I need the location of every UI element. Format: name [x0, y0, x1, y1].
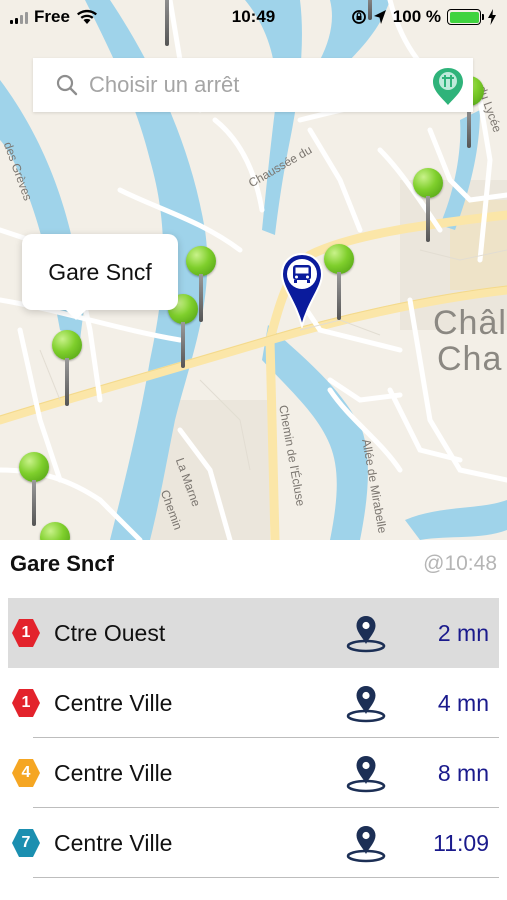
- departure-eta: 2 mn: [437, 619, 489, 646]
- bus-location-marker[interactable]: [280, 252, 324, 328]
- line-badge: 7: [11, 828, 41, 858]
- departure-destination: Centre Ville: [54, 829, 173, 856]
- departure-row[interactable]: 1 Ctre Ouest 2 mn: [8, 598, 499, 668]
- stop-pin[interactable]: [413, 168, 443, 242]
- departure-destination: Ctre Ouest: [54, 619, 166, 646]
- stop-pin[interactable]: [324, 244, 354, 320]
- stop-pin-selected[interactable]: [52, 330, 82, 406]
- callout-stop-name: Gare Sncf: [48, 258, 152, 285]
- departure-eta: 4 mn: [437, 689, 489, 716]
- map-location-icon[interactable]: [345, 823, 387, 863]
- line-number: 7: [21, 834, 31, 851]
- signal-strength-icon: [10, 11, 28, 24]
- stop-pin[interactable]: [19, 452, 49, 526]
- line-badge: 1: [11, 618, 41, 648]
- stop-header: Gare Sncf @10:48: [0, 540, 507, 588]
- row-divider: [33, 877, 499, 878]
- stop-pin[interactable]: [40, 522, 70, 540]
- last-update-time: @10:48: [423, 552, 497, 575]
- departure-row[interactable]: 7 Centre Ville 11:09: [8, 808, 499, 878]
- map-location-icon[interactable]: [345, 683, 387, 723]
- line-number: 4: [21, 764, 31, 781]
- status-time: 10:49: [231, 7, 276, 26]
- stop-name: Gare Sncf: [10, 551, 114, 576]
- search-input[interactable]: [89, 72, 409, 98]
- location-arrow-icon: [373, 10, 386, 24]
- battery-percent: 100 %: [392, 7, 441, 26]
- line-badge: 1: [11, 688, 41, 718]
- charging-icon: [488, 9, 496, 25]
- departures-panel: Gare Sncf @10:48 1 Ctre Ouest 2 mn 1 Cen…: [0, 540, 507, 900]
- line-badge: 4: [11, 758, 41, 788]
- rotation-lock-icon: [351, 10, 366, 24]
- carrier-name: Free: [34, 7, 70, 26]
- battery-icon: [447, 9, 484, 25]
- line-number: 1: [21, 694, 31, 711]
- app-logo-icon[interactable]: [430, 66, 466, 106]
- wifi-icon: [76, 9, 97, 24]
- map-label-town-2: Cha: [437, 340, 503, 378]
- line-number: 1: [21, 624, 31, 641]
- map-location-icon[interactable]: [345, 753, 387, 793]
- stop-callout[interactable]: Gare Sncf: [22, 234, 178, 320]
- departure-destination: Centre Ville: [54, 689, 173, 716]
- departure-row[interactable]: 1 Centre Ville 4 mn: [8, 668, 499, 738]
- search-bar[interactable]: [33, 58, 473, 112]
- departure-eta: 8 mn: [437, 759, 489, 786]
- departure-eta: 11:09: [433, 829, 489, 856]
- map-label-town-1: Châl: [433, 304, 507, 342]
- departure-destination: Centre Ville: [54, 759, 173, 786]
- departure-row[interactable]: 4 Centre Ville 8 mn: [8, 738, 499, 808]
- status-bar: Free 10:49 100 %: [0, 0, 507, 34]
- map-location-icon[interactable]: [345, 613, 387, 653]
- search-icon: [56, 74, 78, 96]
